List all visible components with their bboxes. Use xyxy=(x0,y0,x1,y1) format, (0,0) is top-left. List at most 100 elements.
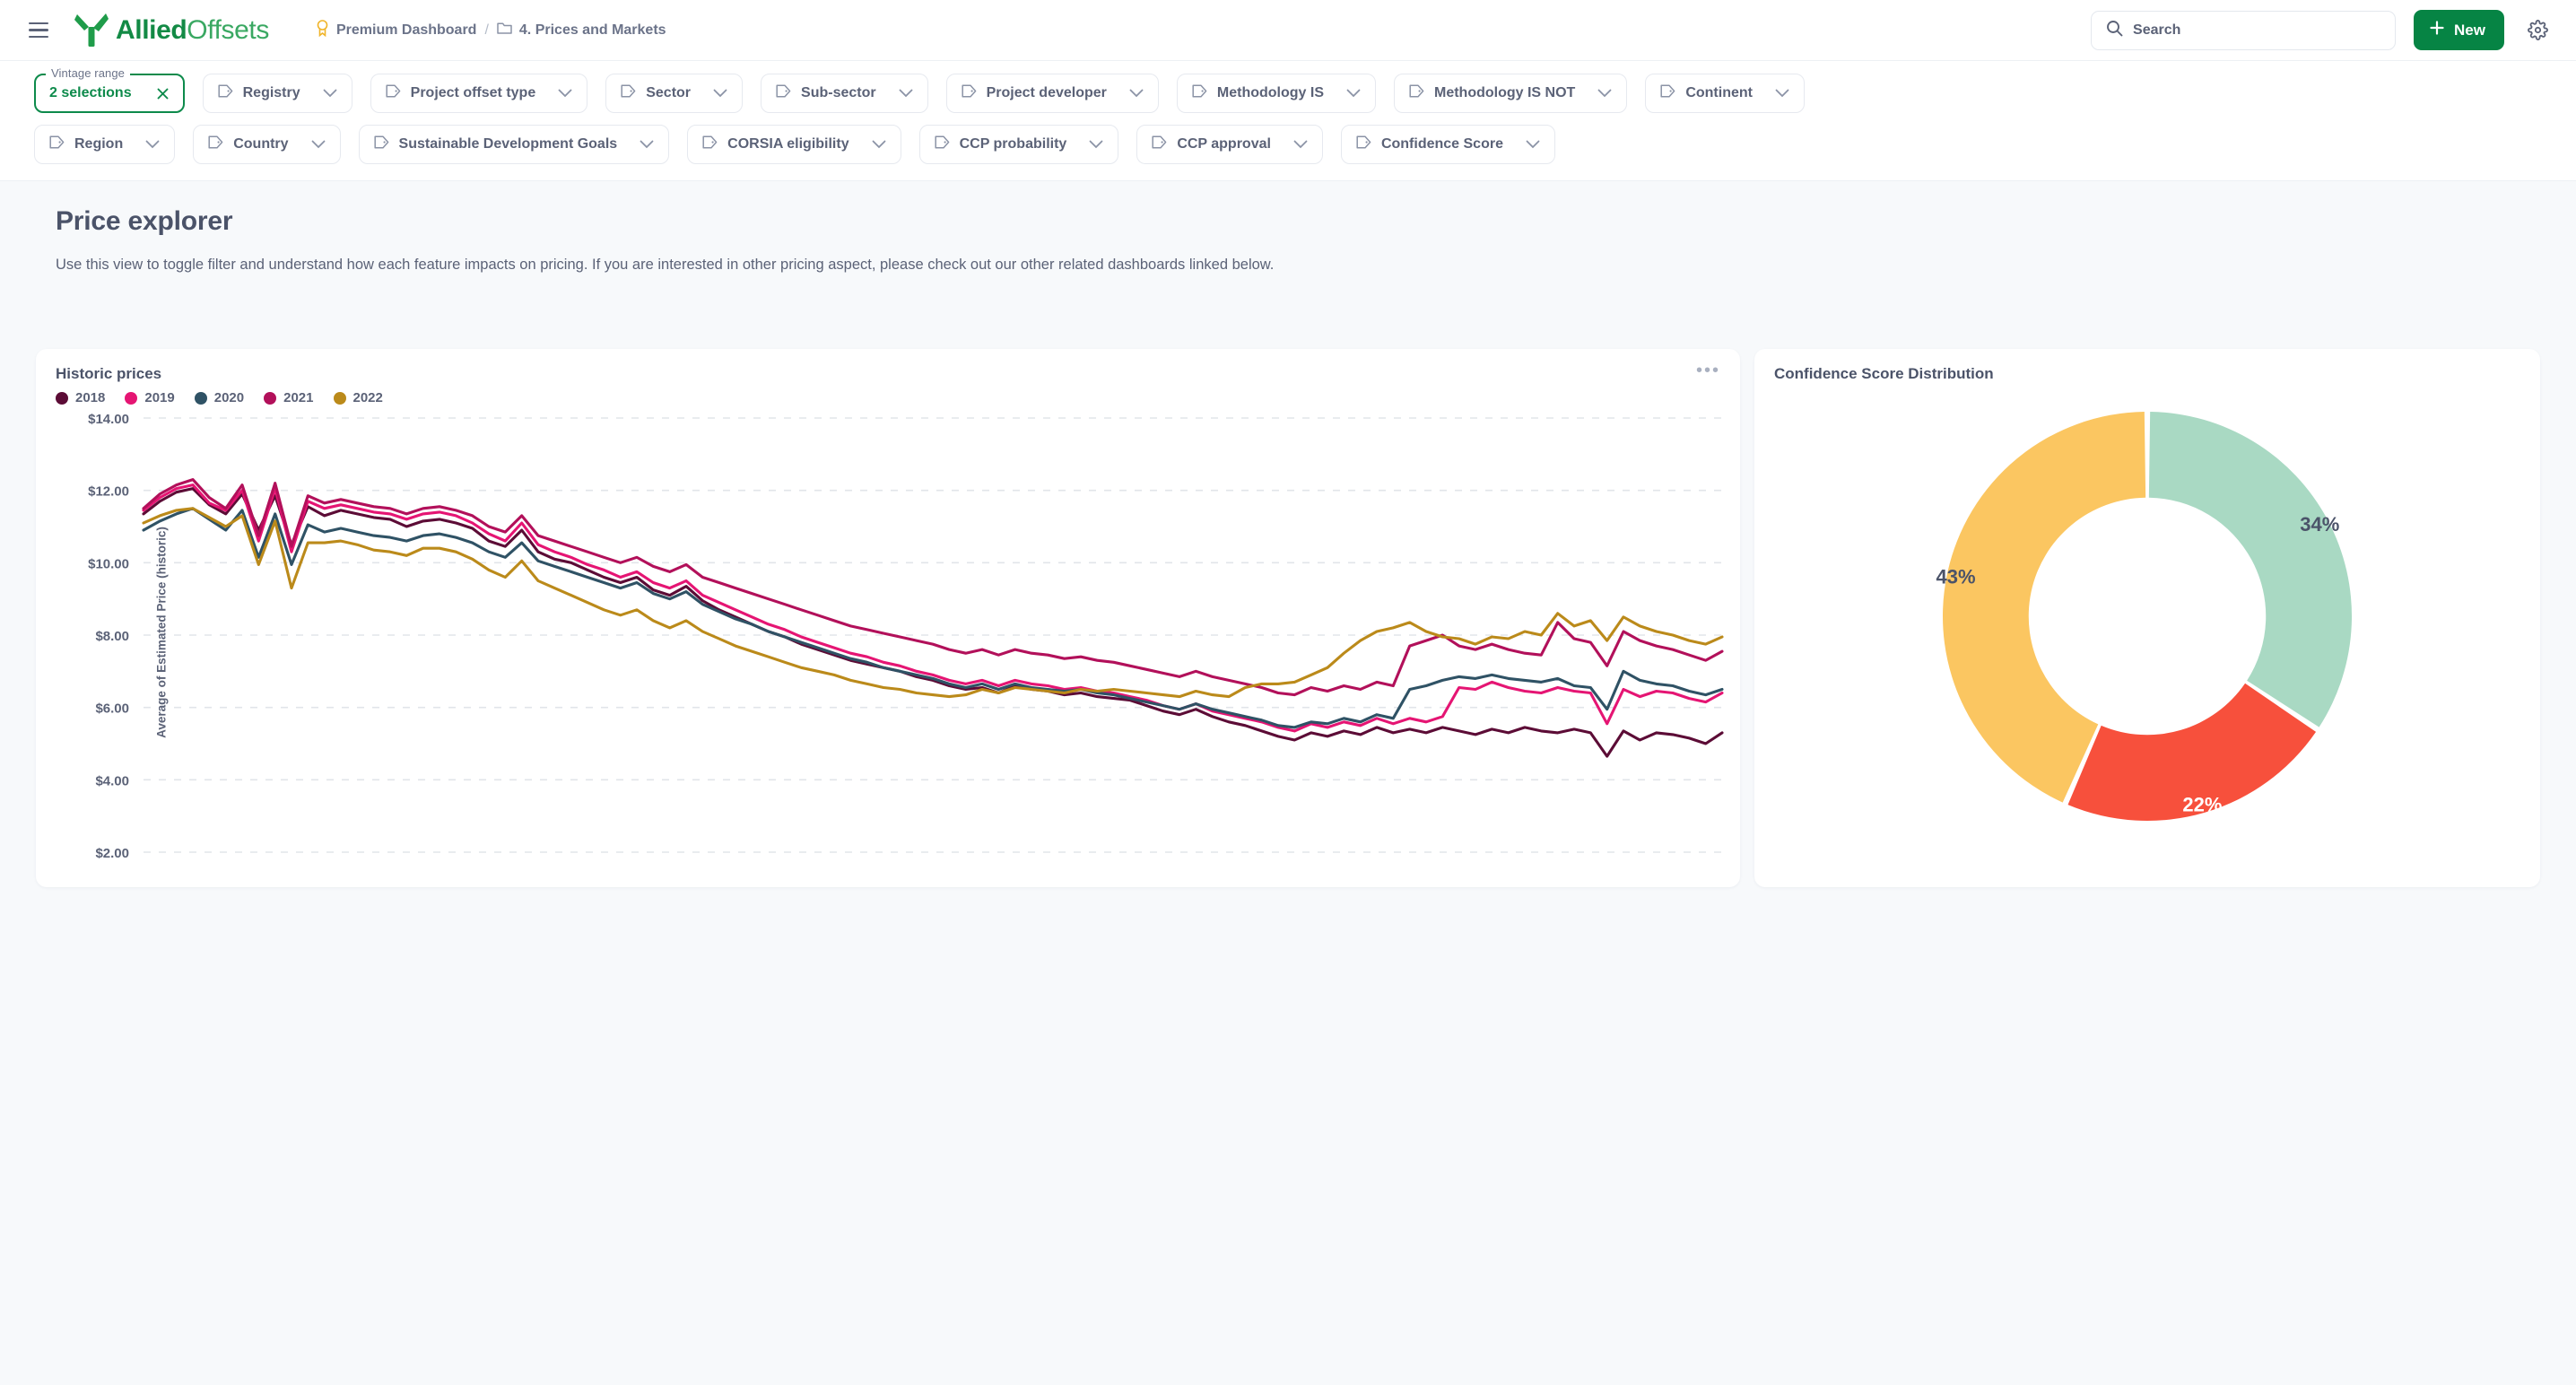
legend-label: 2018 xyxy=(75,390,106,405)
filter-vintage-range[interactable]: Vintage range 2 selections xyxy=(34,66,185,113)
brand-name-part2: Offsets xyxy=(187,14,269,45)
y-axis-tick-label: $4.00 xyxy=(95,773,129,788)
chevron-down-icon xyxy=(1334,89,1361,98)
tag-icon xyxy=(208,135,223,153)
chevron-down-icon xyxy=(627,140,654,149)
chevron-down-icon xyxy=(1117,89,1144,98)
hamburger-bar xyxy=(29,29,48,31)
new-button-label: New xyxy=(2454,21,2485,39)
breadcrumb-label: 4. Prices and Markets xyxy=(518,22,666,38)
chart-legend: 2018 2019 2020 2021 2022 xyxy=(36,383,1740,405)
brand-logo-link[interactable]: AlliedOffsets xyxy=(72,11,269,50)
filter-label: Project offset type xyxy=(410,85,536,100)
filter-sector[interactable]: Sector xyxy=(605,74,744,113)
legend-item-2022[interactable]: 2022 xyxy=(333,390,383,405)
hamburger-bar xyxy=(29,22,48,25)
legend-label: 2019 xyxy=(144,390,175,405)
card-title: Confidence Score Distribution xyxy=(1774,365,1994,382)
page-title: Price explorer xyxy=(56,206,233,236)
filter-label: CCP approval xyxy=(1177,136,1271,152)
filter-methodology-is[interactable]: Methodology IS xyxy=(1176,74,1376,113)
legend-item-2020[interactable]: 2020 xyxy=(194,390,245,405)
tag-icon xyxy=(386,84,401,102)
filter-corsia-eligibility[interactable]: CORSIA eligibility xyxy=(687,125,901,164)
tag-icon xyxy=(962,84,977,102)
chevron-down-icon xyxy=(310,89,337,98)
filter-label: Sustainable Development Goals xyxy=(398,136,618,152)
legend-item-2018[interactable]: 2018 xyxy=(56,390,105,405)
tag-icon xyxy=(373,135,389,153)
chevron-down-icon xyxy=(859,140,886,149)
new-button[interactable]: New xyxy=(2414,10,2504,50)
legend-item-2019[interactable]: 2019 xyxy=(125,390,175,405)
filter-continent[interactable]: Continent xyxy=(1645,74,1805,113)
gear-icon[interactable] xyxy=(2522,15,2553,46)
donut-slice-label: 43% xyxy=(1936,565,1975,588)
tag-icon xyxy=(49,135,65,153)
filter-label: Registry xyxy=(242,85,300,100)
chevron-down-icon xyxy=(1281,140,1308,149)
card-header: Historic prices ••• xyxy=(36,349,1740,383)
premium-badge-icon xyxy=(316,19,329,41)
tag-icon xyxy=(935,135,950,153)
card-confidence-score-distribution: Confidence Score Distribution 34% 22% 43% xyxy=(1754,349,2540,887)
filter-label: Country xyxy=(233,136,289,152)
filter-label: CCP probability xyxy=(959,136,1067,152)
filter-project-developer[interactable]: Project developer xyxy=(945,74,1159,113)
hamburger-bar xyxy=(29,35,48,39)
chevron-down-icon xyxy=(299,140,326,149)
brand-name-part1: Allied xyxy=(116,14,187,45)
filter-ccp-probability[interactable]: CCP probability xyxy=(918,125,1119,164)
filter-methodology-is-not[interactable]: Methodology IS NOT xyxy=(1394,74,1628,113)
y-axis-label: Average of Estimated Price (historic) xyxy=(154,526,169,738)
donut-slice-label: 34% xyxy=(2300,513,2339,536)
folder-icon xyxy=(497,22,512,39)
filter-sub-sector[interactable]: Sub-sector xyxy=(761,74,928,113)
legend-color-swatch xyxy=(333,391,346,405)
filter-ccp-approval[interactable]: CCP approval xyxy=(1136,125,1323,164)
line-series-2018 xyxy=(142,487,1724,758)
filter-project-offset-type[interactable]: Project offset type xyxy=(370,74,588,113)
donut-slice-34%[interactable] xyxy=(2148,412,2352,727)
filter-registry[interactable]: Registry xyxy=(202,74,352,113)
card-header: Confidence Score Distribution xyxy=(1754,349,2540,383)
filter-label: Sub-sector xyxy=(801,85,876,100)
filter-bar: Vintage range 2 selections Registry Proj… xyxy=(0,61,2576,181)
legend-label: 2020 xyxy=(213,390,245,405)
tag-icon xyxy=(621,84,636,102)
hamburger-icon[interactable] xyxy=(29,17,56,44)
legend-color-swatch xyxy=(194,391,207,405)
filter-label: Methodology IS NOT xyxy=(1434,85,1576,100)
donut-chart-svg: 34% 22% 43% xyxy=(1936,412,2352,821)
chevron-down-icon xyxy=(1513,140,1540,149)
legend-color-swatch xyxy=(56,391,68,405)
breadcrumb-item-prices-and-markets[interactable]: 4. Prices and Markets xyxy=(497,22,666,39)
page-content: Price explorer Use this view to toggle f… xyxy=(0,181,2576,274)
brand-name: AlliedOffsets xyxy=(116,15,269,46)
search-input[interactable]: Search xyxy=(2091,10,2397,50)
line-chart-svg: $14.00 $12.00 $10.00 $8.00 $6.00 $4.00 $2.00 xyxy=(88,412,1724,861)
tag-icon xyxy=(218,84,233,102)
filter-country[interactable]: Country xyxy=(193,125,341,164)
tag-icon xyxy=(702,135,718,153)
legend-label: 2021 xyxy=(283,390,314,405)
filter-sustainable-development-goals[interactable]: Sustainable Development Goals xyxy=(358,125,670,164)
filter-vintage-range-value: 2 selections xyxy=(49,85,132,100)
legend-item-2021[interactable]: 2021 xyxy=(264,390,314,405)
y-axis-tick-label: $8.00 xyxy=(95,629,129,644)
filter-confidence-score[interactable]: Confidence Score xyxy=(1340,125,1555,164)
legend-color-swatch xyxy=(125,391,138,405)
page-description: Use this view to toggle filter and under… xyxy=(56,257,1275,273)
chevron-down-icon xyxy=(1762,89,1789,98)
close-icon[interactable] xyxy=(132,86,170,101)
tag-icon xyxy=(1660,84,1675,102)
filter-region[interactable]: Region xyxy=(34,125,176,164)
breadcrumb-item-premium-dashboard[interactable]: Premium Dashboard xyxy=(316,19,476,41)
filter-label: Project developer xyxy=(986,85,1107,100)
more-options-icon[interactable]: ••• xyxy=(1696,361,1720,379)
top-bar: AlliedOffsets Premium Dashboard / 4. Pri… xyxy=(0,0,2576,61)
historic-prices-chart: Average of Estimated Price (historic) $1… xyxy=(36,405,1740,861)
tag-icon xyxy=(1192,84,1207,102)
filter-label: Continent xyxy=(1685,85,1753,100)
filter-label: Confidence Score xyxy=(1380,136,1503,152)
